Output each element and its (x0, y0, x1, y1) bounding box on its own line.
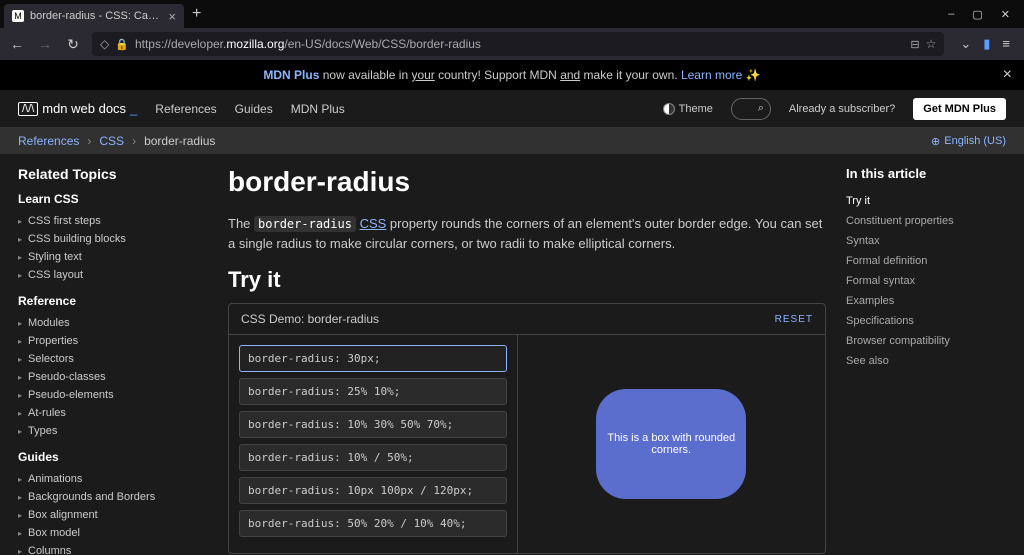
toc-item[interactable]: Examples (846, 291, 1006, 311)
subscriber-link[interactable]: Already a subscriber? (789, 103, 895, 115)
url-bar[interactable]: ◇ 🔒 https://developer.mozilla.org/en-US/… (92, 32, 944, 56)
sidebar-item[interactable]: Properties (18, 332, 218, 350)
crumb-references[interactable]: References (18, 134, 79, 148)
toc-item[interactable]: Formal syntax (846, 271, 1006, 291)
back-button[interactable]: ← (8, 36, 26, 52)
pocket-icon[interactable]: ⌄ (960, 36, 971, 52)
promo-banner: MDN Plus now available in your country! … (0, 60, 1024, 90)
sidebar-item[interactable]: Pseudo-elements (18, 386, 218, 404)
reader-icon[interactable]: ⊟ (910, 38, 919, 51)
sidebar-item[interactable]: CSS first steps (18, 212, 218, 230)
sidebar-item[interactable]: Selectors (18, 350, 218, 368)
language-selector[interactable]: ⊕English (US) (931, 135, 1006, 148)
nav-guides[interactable]: Guides (235, 102, 273, 116)
sidebar-item[interactable]: CSS building blocks (18, 230, 218, 248)
nav-bar: ← → ↻ ◇ 🔒 https://developer.mozilla.org/… (0, 28, 1024, 60)
breadcrumb: References › CSS › border-radius ⊕Englis… (0, 128, 1024, 154)
demo-option[interactable]: border-radius: 25% 10%; (239, 378, 507, 405)
toc-item[interactable]: Try it (846, 191, 1006, 211)
demo-option[interactable]: border-radius: 10% 30% 50% 70%; (239, 411, 507, 438)
page-title: border-radius (228, 166, 826, 198)
site-header: /\/\mdn web docs_ References Guides MDN … (0, 90, 1024, 128)
try-it-heading: Try it (228, 267, 826, 293)
toc-title: In this article (846, 166, 1006, 181)
close-tab-icon[interactable]: × (168, 9, 176, 24)
search-button[interactable]: ⌕ (731, 98, 771, 120)
tab-strip: M border-radius - CSS: Cascadin… × + – ▢… (0, 0, 1024, 28)
learn-more-link[interactable]: Learn more (681, 68, 742, 82)
toc-item[interactable]: Specifications (846, 311, 1006, 331)
url-text: https://developer.mozilla.org/en-US/docs… (135, 37, 904, 51)
sidebar-item[interactable]: Modules (18, 314, 218, 332)
search-icon: ⌕ (758, 102, 764, 115)
sidebar-section-heading: Learn CSS (18, 192, 218, 206)
account-icon[interactable]: ▮ (983, 36, 990, 52)
reload-button[interactable]: ↻ (64, 36, 82, 53)
toc-item[interactable]: Browser compatibility (846, 331, 1006, 351)
demo-title: CSS Demo: border-radius (241, 312, 379, 326)
toc-item[interactable]: Syntax (846, 231, 1006, 251)
shield-icon[interactable]: ◇ (100, 37, 109, 51)
window-close-icon[interactable]: ✕ (1001, 8, 1010, 21)
reset-button[interactable]: RESET (775, 314, 813, 325)
toc-item[interactable]: See also (846, 351, 1006, 371)
sidebar-item[interactable]: Box model (18, 524, 218, 542)
demo-options: border-radius: 30px; border-radius: 25% 1… (229, 335, 518, 553)
sidebar-item[interactable]: Backgrounds and Borders (18, 488, 218, 506)
css-link[interactable]: CSS (360, 216, 387, 231)
window-maximize-icon[interactable]: ▢ (972, 8, 982, 21)
intro-paragraph: The border-radius CSS property rounds th… (228, 214, 826, 253)
browser-tab[interactable]: M border-radius - CSS: Cascadin… × (4, 4, 184, 28)
toc-item[interactable]: Formal definition (846, 251, 1006, 271)
globe-icon: ⊕ (931, 135, 940, 148)
sidebar-item[interactable]: Animations (18, 470, 218, 488)
sidebar-section-heading: Reference (18, 294, 218, 308)
code-border-radius: border-radius (254, 216, 356, 232)
demo-option[interactable]: border-radius: 50% 20% / 10% 40%; (239, 510, 507, 537)
nav-references[interactable]: References (155, 102, 216, 116)
banner-brand: MDN Plus (263, 68, 319, 82)
table-of-contents: In this article Try itConstituent proper… (846, 166, 1006, 555)
crumb-css[interactable]: CSS (99, 134, 124, 148)
chevron-right-icon: › (87, 134, 91, 148)
sparkle-icon: ✨ (746, 68, 761, 82)
demo-preview-box: This is a box with rounded corners. (596, 389, 746, 499)
forward-button[interactable]: → (36, 36, 54, 52)
toc-item[interactable]: Constituent properties (846, 211, 1006, 231)
demo-option[interactable]: border-radius: 30px; (239, 345, 507, 372)
sidebar-item[interactable]: Styling text (18, 248, 218, 266)
get-mdn-plus-button[interactable]: Get MDN Plus (913, 98, 1006, 120)
new-tab-button[interactable]: + (184, 5, 209, 23)
article: border-radius The border-radius CSS prop… (218, 166, 846, 555)
mdn-logo[interactable]: /\/\mdn web docs_ (18, 101, 137, 116)
window-minimize-icon[interactable]: – (948, 8, 954, 21)
lock-icon[interactable]: 🔒 (115, 38, 129, 51)
mdn-favicon: M (12, 10, 24, 22)
sidebar-item[interactable]: Types (18, 422, 218, 440)
menu-icon[interactable]: ≡ (1002, 36, 1010, 52)
sidebar-title: Related Topics (18, 166, 218, 182)
sidebar-item[interactable]: Columns (18, 542, 218, 555)
sidebar-section-heading: Guides (18, 450, 218, 464)
crumb-current: border-radius (144, 134, 215, 148)
sidebar-item[interactable]: Pseudo-classes (18, 368, 218, 386)
sidebar-item[interactable]: CSS layout (18, 266, 218, 284)
demo-option[interactable]: border-radius: 10px 100px / 120px; (239, 477, 507, 504)
theme-toggle[interactable]: Theme (663, 103, 713, 115)
sidebar: Related Topics Learn CSSCSS first stepsC… (18, 166, 218, 555)
sidebar-item[interactable]: Box alignment (18, 506, 218, 524)
theme-icon (663, 103, 675, 115)
nav-mdnplus[interactable]: MDN Plus (291, 102, 345, 116)
sidebar-item[interactable]: At-rules (18, 404, 218, 422)
chevron-right-icon: › (132, 134, 136, 148)
demo-option[interactable]: border-radius: 10% / 50%; (239, 444, 507, 471)
demo-preview: This is a box with rounded corners. (518, 335, 826, 553)
interactive-demo: CSS Demo: border-radius RESET border-rad… (228, 303, 826, 554)
tab-title: border-radius - CSS: Cascadin… (30, 10, 162, 22)
banner-close-icon[interactable]: × (1003, 66, 1012, 84)
window-controls: – ▢ ✕ (948, 8, 1020, 21)
bookmark-star-icon[interactable]: ☆ (926, 37, 937, 51)
